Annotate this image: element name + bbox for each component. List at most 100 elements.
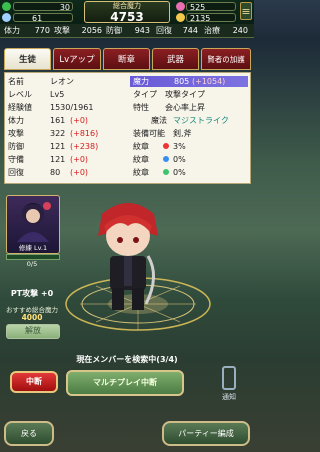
hp-value: 161 (50, 116, 66, 125)
stamina-value: 30 (59, 3, 70, 12)
crest-label-3: 紋章 (133, 168, 149, 177)
crest-row-3: 紋章 0% (133, 167, 247, 178)
attack-value: 322 (50, 129, 66, 138)
defense-value: 121 (50, 142, 66, 151)
coin-icon (2, 13, 11, 22)
money-counter: 2135 (186, 13, 236, 23)
strip-recovery: 回復 744 (156, 24, 198, 37)
wood-crest-icon (163, 169, 169, 175)
stamina-icon (2, 2, 11, 11)
strip-hp-value: 770 (34, 26, 50, 35)
magic-power-value: 805 (174, 77, 190, 86)
exp-label: 経験値 (8, 103, 32, 112)
party-stats-strip: 体力 770 攻撃 2056 防御 943 回復 744 治療 240 (0, 24, 254, 38)
attack-label: 攻撃 (8, 129, 24, 138)
crest-row-1: 紋章 3% (133, 141, 247, 152)
strip-hp: 体力 770 (4, 24, 50, 37)
recommended-power-value: 4000 (21, 313, 43, 322)
tab-sage-blessing-label: 賢者の加護 (207, 55, 245, 64)
guard-bonus: (+0) (70, 155, 89, 164)
guard-value: 121 (50, 155, 66, 164)
crest-value-1: 3% (173, 142, 186, 151)
tab-sage-blessing[interactable]: 賢者の加護 (201, 48, 251, 70)
exp-row: 経験値 1530/1961 (8, 102, 128, 113)
top-resource-bar: 30 61 総合魔力 4753 525 2135 ≡ (0, 0, 254, 24)
defense-bonus: (+238) (70, 142, 99, 151)
strip-attack: 攻撃 2056 (54, 24, 102, 37)
crest-value-2: 0% (173, 155, 186, 164)
menu-icon: ≡ (241, 5, 251, 18)
tab-level-up[interactable]: Lvアップ (53, 48, 101, 70)
pt-attack-label: PT攻撃 +0 (10, 289, 54, 298)
level-value: Lv5 (50, 90, 65, 99)
strip-attack-label: 攻撃 (54, 26, 70, 35)
trait-value: 会心率上昇 (165, 103, 205, 112)
crest-label-1: 紋章 (133, 142, 149, 151)
strip-defense-value: 943 (134, 26, 150, 35)
magic-skill-label: 魔法 (151, 116, 167, 125)
equip-row: 装備可能 剣,斧 (133, 128, 247, 139)
menu-button[interactable]: ≡ (240, 2, 252, 20)
gem-counter: 525 (186, 2, 236, 12)
student-status-panel: 名前 レオン レベル Lv5 経験値 1530/1961 体力 161 (+0) 攻撃 32… (4, 72, 251, 184)
stop-button[interactable]: 中断 (10, 371, 58, 393)
defense-row: 防御 121 (+238) (8, 141, 128, 152)
defense-label: 防御 (8, 142, 24, 151)
strip-defense-label: 防御 (106, 26, 122, 35)
magic-skill-row: 魔法 マジストライク (133, 115, 247, 126)
name-row: 名前 レオン (8, 76, 128, 87)
notify-label: 通知 (222, 393, 236, 401)
release-button[interactable]: 解放 (6, 324, 60, 339)
tab-weapon[interactable]: 武器 (152, 48, 199, 70)
name-label: 名前 (8, 77, 24, 86)
party-edit-button[interactable]: パーティー編成 (162, 421, 250, 446)
guard-row: 守備 121 (+0) (8, 154, 128, 165)
stamina-counter: 30 (13, 2, 73, 12)
guard-label: 守備 (8, 155, 24, 164)
party-edit-button-label: パーティー編成 (178, 429, 234, 438)
strip-hp-label: 体力 (4, 26, 20, 35)
release-button-label: 解放 (25, 326, 41, 335)
back-button-label: 戻る (21, 429, 37, 438)
tab-student[interactable]: 生徒 (4, 48, 51, 70)
strip-heal: 治療 240 (204, 24, 248, 37)
total-power-box: 総合魔力 4753 (84, 1, 170, 23)
tab-student-label: 生徒 (18, 55, 36, 65)
total-power-value: 4753 (110, 10, 144, 24)
hp-row: 体力 161 (+0) (8, 115, 128, 126)
multiplayer-button[interactable]: マルチプレイ中断 (66, 370, 184, 396)
type-label: タイプ (133, 90, 157, 99)
attack-row: 攻撃 322 (+816) (8, 128, 128, 139)
fragment-level: 修練 Lv.1 (18, 244, 48, 252)
name-value: レオン (50, 77, 74, 86)
trait-row: 特性 会心率上昇 (133, 102, 247, 113)
fire-crest-icon (163, 143, 169, 149)
strip-defense: 防御 943 (106, 24, 150, 37)
recovery-label: 回復 (8, 168, 24, 177)
crest-value-3: 0% (173, 168, 186, 177)
tab-level-up-label: Lvアップ (59, 55, 95, 65)
phone-icon[interactable] (222, 366, 236, 390)
trait-label: 特性 (133, 103, 149, 112)
back-button[interactable]: 戻る (4, 421, 54, 446)
hp-label: 体力 (8, 116, 24, 125)
coin-value: 61 (32, 14, 43, 23)
recovery-value: 80 (50, 168, 61, 177)
tab-fragment-label: 断章 (117, 55, 135, 65)
crest-label-2: 紋章 (133, 155, 149, 164)
tab-weapon-label: 武器 (166, 55, 184, 65)
tab-bar: 生徒 Lvアップ 断章 武器 賢者の加護 (0, 48, 254, 72)
fragment-card[interactable]: 修練 Lv.1 (6, 195, 60, 254)
equip-value: 剣,斧 (173, 129, 192, 138)
strip-heal-value: 240 (232, 26, 248, 35)
stop-button-label: 中断 (26, 377, 42, 386)
gem-value: 525 (190, 3, 206, 12)
exp-value: 1530/1961 (50, 103, 94, 112)
multiplayer-button-label: マルチプレイ中断 (93, 378, 157, 387)
recovery-row: 回復 80 (+0) (8, 167, 128, 178)
type-row: タイプ 攻撃タイプ (133, 89, 247, 100)
tab-fragment[interactable]: 断章 (103, 48, 150, 70)
gem-icon (176, 2, 185, 11)
fragment-progress-text: 0/5 (26, 260, 38, 268)
character-sprite (98, 203, 158, 310)
